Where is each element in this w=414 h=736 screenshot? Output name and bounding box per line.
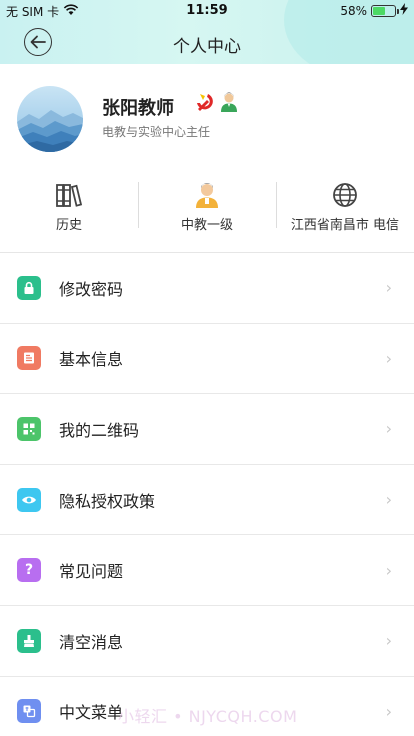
menu-label: 常见问题	[59, 562, 124, 582]
party-emblem-icon	[194, 91, 216, 117]
watermark: 小轻汇 • NJYCQH.COM	[118, 707, 298, 726]
eye-icon	[17, 487, 41, 512]
stat-label: 历史	[55, 218, 82, 233]
battery-status: 58%	[340, 3, 408, 18]
menu-label: 我的二维码	[59, 420, 140, 440]
teacher-icon	[193, 180, 221, 210]
settings-menu: 修改密码 › 基本信息 › 我的二维码 › 隐私授权政策 › ? 常见问题 › …	[0, 253, 414, 736]
teacher-badge-icon	[218, 91, 240, 117]
stats-row: 历史 中教一级 江西省南昌市 电信	[0, 174, 414, 250]
globe-icon	[332, 180, 358, 210]
header-bar: 无 SIM 卡 11:59 58% 个人中心	[0, 0, 414, 64]
chevron-right-icon: ›	[385, 560, 392, 580]
books-icon	[55, 180, 83, 210]
status-bar: 无 SIM 卡 11:59 58%	[0, 0, 414, 20]
translate-icon	[17, 699, 41, 724]
menu-item-basic-info[interactable]: 基本信息 ›	[0, 324, 414, 395]
lock-icon	[17, 275, 41, 300]
menu-label: 隐私授权政策	[59, 491, 156, 511]
badges	[194, 91, 240, 117]
menu-label: 基本信息	[59, 350, 124, 370]
chevron-right-icon: ›	[385, 348, 392, 368]
charging-bolt-icon	[400, 3, 408, 18]
stat-location[interactable]: 江西省南昌市 电信	[276, 174, 414, 250]
page-title: 个人中心	[173, 37, 241, 57]
battery-icon	[371, 4, 399, 17]
menu-label: 修改密码	[59, 279, 124, 299]
qr-code-icon	[17, 416, 41, 441]
battery-percent: 58%	[340, 3, 367, 18]
avatar[interactable]	[17, 86, 83, 152]
menu-item-my-qr-code[interactable]: 我的二维码 ›	[0, 394, 414, 465]
chevron-right-icon: ›	[385, 278, 392, 298]
info-doc-icon	[17, 346, 41, 371]
chevron-right-icon: ›	[385, 631, 392, 651]
stat-label: 中教一级	[180, 218, 233, 233]
stat-title-level[interactable]: 中教一级	[138, 174, 276, 250]
chevron-right-icon: ›	[385, 701, 392, 721]
profile-card: 张阳教师 电教与实验中心主任	[0, 64, 414, 174]
user-name: 张阳教师	[102, 98, 174, 119]
menu-item-change-password[interactable]: 修改密码 ›	[0, 253, 414, 324]
stat-label: 江西省南昌市 电信	[290, 218, 400, 233]
menu-item-clear-messages[interactable]: 清空消息 ›	[0, 606, 414, 677]
menu-label: 中文菜单	[59, 703, 124, 723]
user-role: 电教与实验中心主任	[102, 125, 211, 139]
menu-item-faq[interactable]: ? 常见问题 ›	[0, 535, 414, 606]
question-icon: ?	[17, 558, 41, 583]
menu-item-privacy-policy[interactable]: 隐私授权政策 ›	[0, 465, 414, 536]
stat-history[interactable]: 历史	[0, 174, 138, 250]
menu-label: 清空消息	[59, 632, 124, 652]
chevron-right-icon: ›	[385, 490, 392, 510]
chevron-right-icon: ›	[385, 419, 392, 439]
broom-icon	[17, 628, 41, 653]
